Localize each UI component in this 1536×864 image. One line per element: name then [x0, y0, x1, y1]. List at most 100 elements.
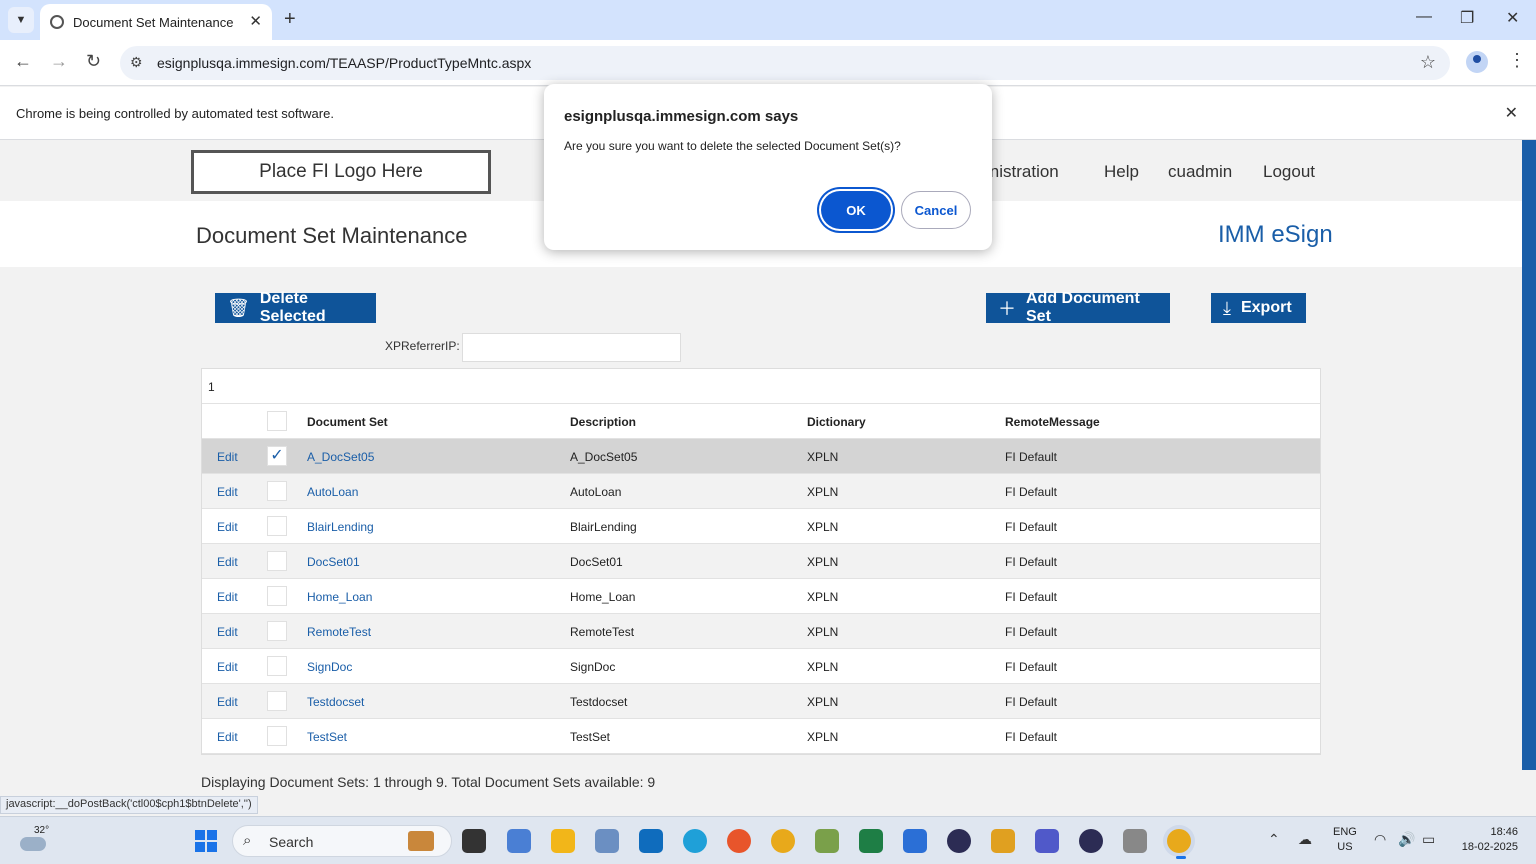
image-editor-icon[interactable] [1123, 829, 1147, 853]
dictionary-cell: XPLN [807, 625, 839, 639]
notepad-icon[interactable] [903, 829, 927, 853]
battery-icon[interactable]: ▭ [1422, 831, 1435, 848]
row-checkbox[interactable] [267, 656, 287, 676]
close-window-icon[interactable]: ✕ [1506, 8, 1519, 28]
edit-link[interactable]: Edit [217, 730, 238, 744]
cloud-sync-icon[interactable]: ☁ [1298, 831, 1312, 848]
outlook-icon[interactable] [639, 829, 663, 853]
row-checkbox[interactable] [267, 516, 287, 536]
nav-logout[interactable]: Logout [1263, 162, 1315, 182]
brand-name: IMM eSign [1218, 221, 1333, 248]
document-set-link[interactable]: TestSet [307, 730, 347, 744]
row-checkbox-checked[interactable]: ✓ [267, 446, 287, 466]
add-document-set-label: Add Document Set [1026, 290, 1140, 325]
row-checkbox[interactable] [267, 586, 287, 606]
weather-widget[interactable]: 32° [20, 823, 49, 855]
bookmark-star-icon[interactable]: ☆ [1420, 52, 1436, 73]
close-tab-icon[interactable]: ✕ [249, 12, 262, 30]
chrome-active-icon[interactable] [1167, 829, 1191, 853]
row-checkbox[interactable] [267, 726, 287, 746]
document-set-link[interactable]: SignDoc [307, 660, 352, 674]
taskbar-search[interactable]: ⌕ Search [232, 825, 452, 857]
header-dictionary[interactable]: Dictionary [807, 415, 866, 429]
description-cell: BlairLending [570, 520, 637, 534]
document-set-link[interactable]: DocSet01 [307, 555, 360, 569]
clock-date: 18-02-2025 [1461, 841, 1518, 853]
eclipse-icon[interactable] [947, 829, 971, 853]
restore-icon[interactable]: ❐ [1460, 8, 1474, 28]
infobar-close-icon[interactable]: ✕ [1505, 103, 1518, 123]
file-explorer-icon[interactable] [551, 829, 575, 853]
task-view-icon[interactable] [462, 829, 486, 853]
language-indicator[interactable]: ENG US [1333, 825, 1357, 855]
header-remote-message[interactable]: RemoteMessage [1005, 415, 1100, 429]
header-document-set[interactable]: Document Set [307, 415, 388, 429]
forward-icon[interactable]: → [50, 51, 68, 72]
grid-summary: Displaying Document Sets: 1 through 9. T… [201, 774, 656, 790]
row-checkbox[interactable] [267, 691, 287, 711]
volume-icon[interactable]: 🔊 [1398, 831, 1415, 848]
row-checkbox[interactable] [267, 551, 287, 571]
address-bar[interactable]: ⚙ esignplusqa.immesign.com/TEAASP/Produc… [120, 46, 1450, 80]
infobar-message: Chrome is being controlled by automated … [16, 106, 334, 121]
document-set-link[interactable]: Home_Loan [307, 590, 372, 604]
edge-icon[interactable] [683, 829, 707, 853]
nav-administration[interactable]: inistration [986, 162, 1059, 182]
chat-icon[interactable] [507, 829, 531, 853]
delete-selected-button[interactable]: 🗑 Delete Selected [215, 290, 376, 325]
eclipse-2-icon[interactable] [1079, 829, 1103, 853]
teams-icon[interactable] [1035, 829, 1059, 853]
edit-link[interactable]: Edit [217, 660, 238, 674]
tray-overflow-icon[interactable]: ⌃ [1268, 831, 1280, 848]
excel-icon[interactable] [859, 829, 883, 853]
mail-icon[interactable] [595, 829, 619, 853]
document-set-link[interactable]: RemoteTest [307, 625, 371, 639]
edit-link[interactable]: Edit [217, 485, 238, 499]
edit-link[interactable]: Edit [217, 450, 238, 464]
taskbar-clock[interactable]: 18:46 18-02-2025 [1456, 825, 1518, 855]
site-settings-icon[interactable]: ⚙ [130, 54, 143, 71]
back-icon[interactable]: ← [14, 51, 32, 72]
reload-icon[interactable]: ↻ [86, 51, 101, 72]
minimize-icon[interactable]: — [1416, 8, 1432, 26]
edit-link[interactable]: Edit [217, 625, 238, 639]
url-text[interactable]: esignplusqa.immesign.com/TEAASP/ProductT… [157, 55, 531, 71]
document-set-link[interactable]: A_DocSet05 [307, 450, 374, 464]
nav-user[interactable]: cuadmin [1168, 162, 1232, 182]
edit-link[interactable]: Edit [217, 590, 238, 604]
profile-avatar-icon[interactable] [1466, 51, 1488, 73]
header-description[interactable]: Description [570, 415, 636, 429]
page-scrollbar[interactable] [1522, 140, 1536, 770]
document-set-link[interactable]: BlairLending [307, 520, 374, 534]
edit-link[interactable]: Edit [217, 695, 238, 709]
chrome-icon[interactable] [771, 829, 795, 853]
dialog-cancel-button[interactable]: Cancel [901, 191, 971, 229]
tab-search-dropdown-icon[interactable]: ▼ [8, 7, 34, 33]
dialog-ok-button[interactable]: OK [821, 191, 891, 229]
dictionary-cell: XPLN [807, 590, 839, 604]
new-tab-icon[interactable]: + [284, 8, 296, 31]
browser-tab[interactable]: Document Set Maintenance ✕ [40, 4, 272, 40]
tools-icon[interactable] [991, 829, 1015, 853]
table-row: Edit ✓ A_DocSet05 A_DocSet05 XPLN FI Default [202, 439, 1320, 474]
xpreferrerip-input[interactable] [462, 333, 681, 362]
grid-pager[interactable]: 1 [202, 369, 1320, 404]
firefox-icon[interactable] [727, 829, 751, 853]
windows-start-icon[interactable] [195, 830, 217, 852]
table-row: Edit DocSet01 DocSet01 XPLN FI Default [202, 544, 1320, 579]
edit-link[interactable]: Edit [217, 555, 238, 569]
menu-kebab-icon[interactable]: ⋮ [1508, 50, 1526, 71]
paint-icon[interactable] [815, 829, 839, 853]
remote-message-cell: FI Default [1005, 590, 1058, 604]
export-button[interactable]: ⤓ Export [1211, 293, 1306, 323]
add-document-set-button[interactable]: ＋ Add Document Set [986, 290, 1170, 325]
row-checkbox[interactable] [267, 621, 287, 641]
row-checkbox[interactable] [267, 481, 287, 501]
document-set-link[interactable]: AutoLoan [307, 485, 358, 499]
edit-link[interactable]: Edit [217, 520, 238, 534]
delete-selected-label: Delete Selected [259, 290, 326, 325]
select-all-checkbox[interactable] [267, 411, 287, 431]
wifi-icon[interactable]: ◠ [1374, 831, 1386, 848]
nav-help[interactable]: Help [1104, 162, 1139, 182]
document-set-link[interactable]: Testdocset [307, 695, 364, 709]
